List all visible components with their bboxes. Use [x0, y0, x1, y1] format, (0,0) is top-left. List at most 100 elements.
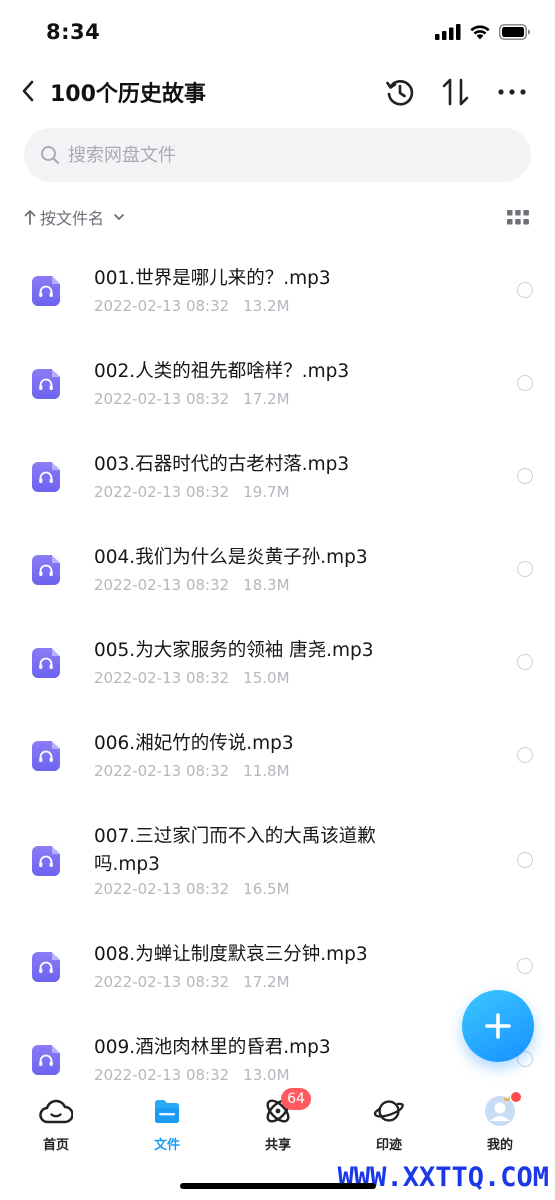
chevron-left-icon — [22, 80, 34, 102]
signal-icon — [435, 24, 461, 40]
audio-file-icon — [32, 1045, 60, 1075]
file-date: 2022-02-13 08:32 — [94, 483, 230, 501]
file-date: 2022-02-13 08:32 — [94, 880, 230, 898]
file-row[interactable]: 002.人类的祖先都啥样？.mp3 2022-02-13 08:32 17.2M — [0, 333, 555, 426]
file-size: 15.0M — [243, 669, 290, 687]
header: 100个历史故事 — [0, 66, 555, 118]
file-row[interactable]: 007.三过家门而不入的大禹该道歉吗.mp3 2022-02-13 08:32 1… — [0, 798, 555, 916]
history-icon — [386, 80, 414, 106]
history-button[interactable] — [382, 74, 418, 110]
file-meta: 2022-02-13 08:32 16.5M — [94, 880, 290, 898]
audio-file-icon — [32, 369, 60, 399]
planet-icon — [372, 1094, 406, 1128]
sort-order-button[interactable] — [438, 74, 474, 110]
arrow-up-icon — [24, 210, 36, 225]
headphones-icon — [39, 657, 53, 669]
audio-file-icon — [32, 648, 60, 678]
file-size: 18.3M — [243, 576, 290, 594]
search-box[interactable] — [24, 128, 531, 182]
file-meta: 2022-02-13 08:32 13.2M — [94, 297, 290, 315]
file-row[interactable]: 008.为蝉让制度默哀三分钟.mp3 2022-02-13 08:32 17.2M — [0, 916, 555, 1009]
audio-file-icon — [32, 952, 60, 982]
status-time: 8:34 — [46, 20, 101, 44]
status-icons — [435, 24, 531, 40]
select-checkbox[interactable] — [517, 654, 533, 670]
more-dots-icon — [498, 89, 526, 95]
file-date: 2022-02-13 08:32 — [94, 390, 230, 408]
nav-label: 我的 — [486, 1138, 513, 1153]
headphones-icon — [39, 378, 53, 390]
grid-view-icon — [507, 210, 529, 225]
file-meta: 2022-02-13 08:32 17.2M — [94, 390, 290, 408]
select-checkbox[interactable] — [517, 282, 533, 298]
nav-item-home[interactable]: 首页 — [16, 1094, 96, 1156]
select-checkbox[interactable] — [517, 561, 533, 577]
plus-icon — [485, 1013, 511, 1039]
file-date: 2022-02-13 08:32 — [94, 1066, 230, 1084]
file-meta: 2022-02-13 08:32 15.0M — [94, 669, 290, 687]
select-checkbox[interactable] — [517, 468, 533, 484]
sort-row: 按文件名 — [24, 203, 531, 233]
file-date: 2022-02-13 08:32 — [94, 297, 230, 315]
file-name: 005.为大家服务的领袖 唐尧.mp3 — [94, 640, 374, 661]
grid-view-button[interactable] — [507, 209, 529, 227]
file-meta: 2022-02-13 08:32 13.0M — [94, 1066, 290, 1084]
select-checkbox[interactable] — [517, 747, 533, 763]
file-row[interactable]: 006.湘妃竹的传说.mp3 2022-02-13 08:32 11.8M — [0, 705, 555, 798]
file-row[interactable]: 004.我们为什么是炎黄子孙.mp3 2022-02-13 08:32 18.3M — [0, 519, 555, 612]
headphones-icon — [39, 471, 53, 483]
chevron-down-icon — [114, 214, 124, 220]
select-checkbox[interactable] — [517, 375, 533, 391]
file-meta: 2022-02-13 08:32 11.8M — [94, 762, 290, 780]
file-row[interactable]: 003.石器时代的古老村落.mp3 2022-02-13 08:32 19.7M — [0, 426, 555, 519]
file-row[interactable]: 001.世界是哪儿来的？.mp3 2022-02-13 08:32 13.2M — [0, 240, 555, 333]
audio-file-icon — [32, 555, 60, 585]
audio-file-icon — [32, 741, 60, 771]
select-checkbox[interactable] — [517, 958, 533, 974]
nav-item-mine[interactable]: 我的 — [460, 1092, 540, 1156]
file-date: 2022-02-13 08:32 — [94, 576, 230, 594]
file-date: 2022-02-13 08:32 — [94, 669, 230, 687]
search-icon — [41, 146, 59, 164]
file-row[interactable]: 005.为大家服务的领袖 唐尧.mp3 2022-02-13 08:32 15.0… — [0, 612, 555, 705]
file-date: 2022-02-13 08:32 — [94, 762, 230, 780]
avatar-icon — [483, 1092, 521, 1128]
cloud-icon — [39, 1094, 73, 1128]
file-size: 19.7M — [243, 483, 290, 501]
file-size: 16.5M — [243, 880, 290, 898]
nav-item-footprint[interactable]: 印迹 — [349, 1094, 429, 1156]
atom-icon: 64 — [261, 1088, 311, 1128]
nav-label: 首页 — [42, 1138, 69, 1153]
nav-label: 文件 — [153, 1138, 180, 1153]
nav-item-share[interactable]: 64 共享 — [238, 1088, 318, 1156]
file-date: 2022-02-13 08:32 — [94, 973, 230, 991]
file-name: 009.酒池肉林里的昏君.mp3 — [94, 1037, 331, 1058]
sort-label: 按文件名 — [40, 209, 105, 228]
audio-file-icon — [32, 846, 60, 876]
headphones-icon — [39, 961, 53, 973]
headphones-icon — [39, 750, 53, 762]
file-name: 002.人类的祖先都啥样？.mp3 — [94, 361, 350, 382]
file-size: 11.8M — [243, 762, 290, 780]
headphones-icon — [39, 285, 53, 297]
file-name: 007.三过家门而不入的大禹该道歉吗.mp3 — [94, 826, 376, 875]
headphones-icon — [39, 564, 53, 576]
file-name: 001.世界是哪儿来的？.mp3 — [94, 268, 331, 289]
select-checkbox[interactable] — [517, 852, 533, 868]
file-size: 13.2M — [243, 297, 290, 315]
sort-by-name-button[interactable]: 按文件名 — [24, 205, 126, 229]
file-meta: 2022-02-13 08:32 18.3M — [94, 576, 290, 594]
file-name: 008.为蝉让制度默哀三分钟.mp3 — [94, 944, 368, 965]
file-name: 004.我们为什么是炎黄子孙.mp3 — [94, 547, 368, 568]
notification-badge: 64 — [281, 1088, 311, 1110]
more-button[interactable] — [494, 74, 530, 110]
page-title: 100个历史故事 — [50, 82, 206, 107]
search-input[interactable] — [68, 144, 468, 166]
back-button[interactable] — [14, 76, 42, 106]
nav-item-files[interactable]: 文件 — [127, 1094, 207, 1156]
add-fab-button[interactable] — [462, 990, 534, 1062]
headphones-icon — [39, 1054, 53, 1066]
nav-label: 印迹 — [375, 1138, 402, 1153]
status-bar: 8:34 — [0, 0, 555, 66]
audio-file-icon — [32, 462, 60, 492]
